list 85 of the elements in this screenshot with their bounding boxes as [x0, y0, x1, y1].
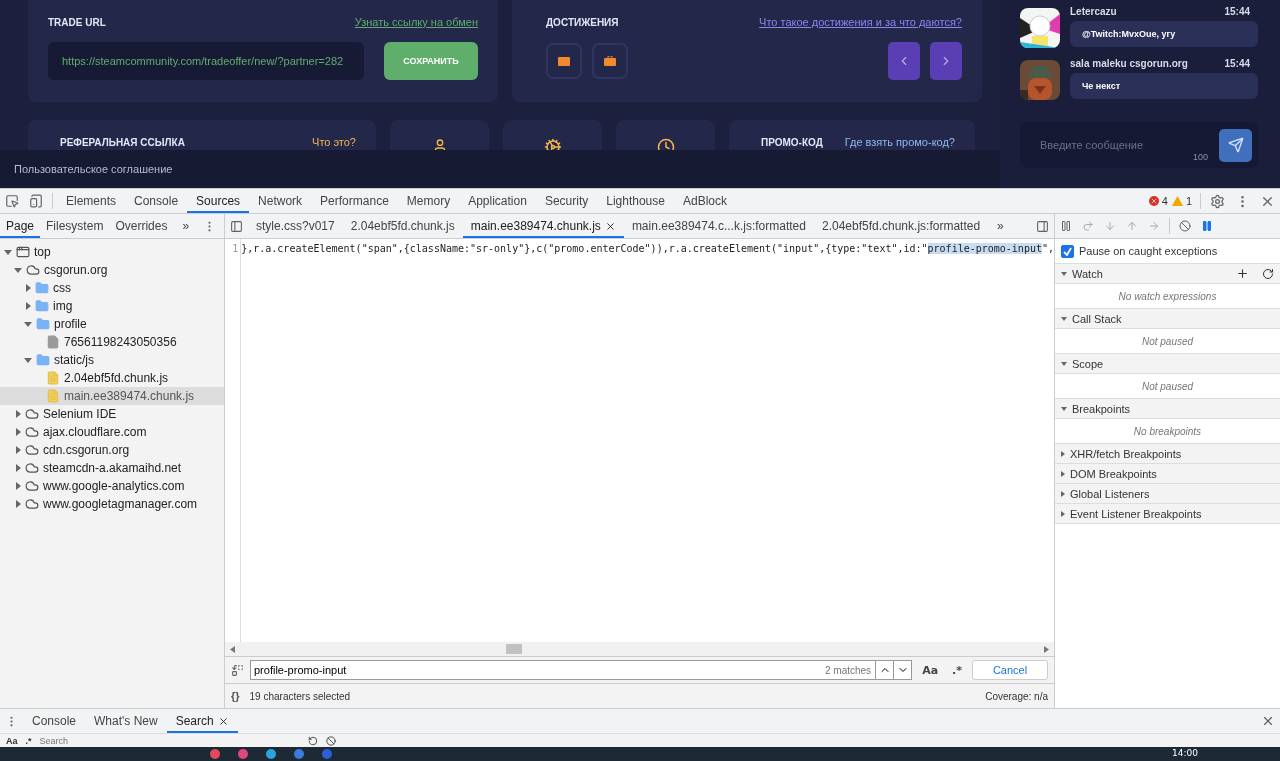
file-tab[interactable]: 2.04ebf5fd.chunk.js: [342, 214, 463, 238]
section-header[interactable]: Event Listener Breakpoints: [1055, 504, 1280, 524]
tree-item[interactable]: profile: [0, 315, 224, 333]
match-count: 2 matches: [825, 664, 873, 676]
drawer-tab[interactable]: Console: [23, 709, 86, 733]
tree-item[interactable]: Selenium IDE: [0, 405, 224, 423]
card-title: РЕФЕРАЛЬНАЯ ССЫЛКА: [60, 136, 185, 148]
devtools-tab[interactable]: Application: [459, 189, 536, 213]
empty-message: No watch expressions: [1118, 290, 1217, 302]
pretty-print-button[interactable]: {}: [231, 690, 240, 702]
card-title: ДОСТИЖЕНИЯ: [546, 16, 619, 28]
section-header[interactable]: Breakpoints: [1055, 399, 1280, 419]
tree-item[interactable]: static/js: [0, 351, 224, 369]
devtools-tab[interactable]: Memory: [397, 189, 460, 213]
drawer-tab[interactable]: What's New: [85, 709, 167, 733]
tree-item[interactable]: steamcdn-a.akamaihd.net: [0, 459, 224, 477]
card-title: TRADE URL: [48, 16, 106, 28]
file-tab[interactable]: style.css?v017: [248, 214, 343, 238]
devtools-tab[interactable]: AdBlock: [673, 189, 736, 213]
warning-count[interactable]: 1: [1171, 195, 1192, 207]
trade-url-field[interactable]: https://steamcommunity.com/tradeoffer/new/?partner=282: [48, 42, 364, 80]
tree-item[interactable]: css: [0, 279, 224, 297]
card-title: ПРОМО-КОД: [761, 136, 823, 148]
achievements-help-link[interactable]: Что такое достижения и за что даются?: [759, 16, 962, 28]
regex-toggle[interactable]: .*: [948, 663, 966, 677]
regex-toggle[interactable]: .*: [25, 735, 32, 746]
more-tabs-button[interactable]: »: [173, 214, 199, 238]
file-tab[interactable]: main.ee389474.chunk.js: [462, 214, 624, 238]
checkbox-label: Pause on caught exceptions: [1079, 245, 1218, 257]
message-time: 15:44: [1224, 6, 1250, 17]
tree-item[interactable]: ajax.cloudflare.com: [0, 423, 224, 441]
message-bubble: @Twitch:MvxOue, угу: [1070, 21, 1258, 47]
search-field[interactable]: Search: [39, 734, 300, 747]
section-header[interactable]: Call Stack: [1055, 309, 1280, 329]
tree-item[interactable]: 76561198243050356: [0, 333, 224, 351]
tree-item[interactable]: 2.04ebf5fd.chunk.js: [0, 369, 224, 387]
navigator-tab[interactable]: Page: [0, 214, 41, 238]
devtools-tab[interactable]: Elements: [57, 189, 126, 213]
tree-item[interactable]: www.googletagmanager.com: [0, 495, 224, 513]
promo-help-link[interactable]: Где взять промо-код?: [844, 136, 955, 148]
trade-url-help-link[interactable]: Узнать ссылку на обмен: [354, 16, 478, 28]
tree-item[interactable]: main.ee389474.chunk.js: [0, 387, 224, 405]
code-line: },r.a.createElement("span",{className:"sr-only"},c("promo.enterCode")),r.a.createElement("input",{type:"text",id:"profile-promo-input",: [241, 242, 1054, 256]
referral-help-link[interactable]: Что это?: [312, 136, 356, 148]
navigator-tab[interactable]: Overrides: [109, 214, 174, 238]
section-header[interactable]: XHR/fetch Breakpoints: [1055, 444, 1280, 464]
devtools-tab[interactable]: Security: [535, 189, 598, 213]
coverage-status: Coverage: n/a: [985, 690, 1048, 702]
section-header[interactable]: Global Listeners: [1055, 484, 1280, 504]
section-header[interactable]: Scope: [1055, 354, 1280, 374]
user-name: sala maleku csgorun.org: [1070, 58, 1188, 69]
tree-item[interactable]: www.google-analytics.com: [0, 477, 224, 495]
tree-item[interactable]: top: [0, 243, 224, 261]
devtools-tab[interactable]: Lighthouse: [597, 189, 674, 213]
character-counter: 100: [1192, 152, 1208, 162]
section-header[interactable]: DOM Breakpoints: [1055, 464, 1280, 484]
search-box[interactable]: profile-promo-input 2 matches: [250, 660, 913, 680]
selection-status: 19 characters selected: [249, 690, 351, 702]
match-case-toggle[interactable]: Aa: [6, 735, 18, 746]
tree-item[interactable]: csgorun.org: [0, 261, 224, 279]
empty-message: No breakpoints: [1133, 425, 1202, 437]
drawer-tab[interactable]: Search: [166, 709, 238, 733]
cancel-button[interactable]: Cancel: [972, 660, 1048, 680]
devtools-tab[interactable]: Network: [249, 189, 312, 213]
empty-message: Not paused: [1141, 335, 1194, 347]
message-time: 15:44: [1224, 58, 1250, 69]
devtools-tab[interactable]: Performance: [311, 189, 398, 213]
line-number: 1: [225, 239, 242, 642]
section-header[interactable]: Watch: [1055, 264, 1280, 284]
devtools-tab[interactable]: Sources: [187, 189, 250, 213]
navigator-tab[interactable]: Filesystem: [40, 214, 110, 238]
file-tab[interactable]: main.ee389474.c...k.js:formatted: [623, 214, 814, 238]
clock-time: 14:00: [1172, 748, 1198, 759]
tree-item[interactable]: img: [0, 297, 224, 315]
user-agreement-link[interactable]: Пользовательское соглашение: [14, 163, 173, 175]
match-case-toggle[interactable]: Aa: [918, 663, 943, 677]
message-bubble: Че некст: [1070, 73, 1258, 99]
user-name: Letercazu: [1070, 6, 1117, 17]
message-field[interactable]: Введите сообщение: [1038, 138, 1219, 152]
empty-message: Not paused: [1141, 380, 1194, 392]
error-count[interactable]: 4: [1148, 195, 1168, 207]
file-tab[interactable]: 2.04ebf5fd.chunk.js:formatted: [813, 214, 989, 238]
devtools-tab[interactable]: Console: [125, 189, 188, 213]
more-tabs-button[interactable]: »: [988, 214, 1013, 238]
tree-item[interactable]: cdn.csgorun.org: [0, 441, 224, 459]
